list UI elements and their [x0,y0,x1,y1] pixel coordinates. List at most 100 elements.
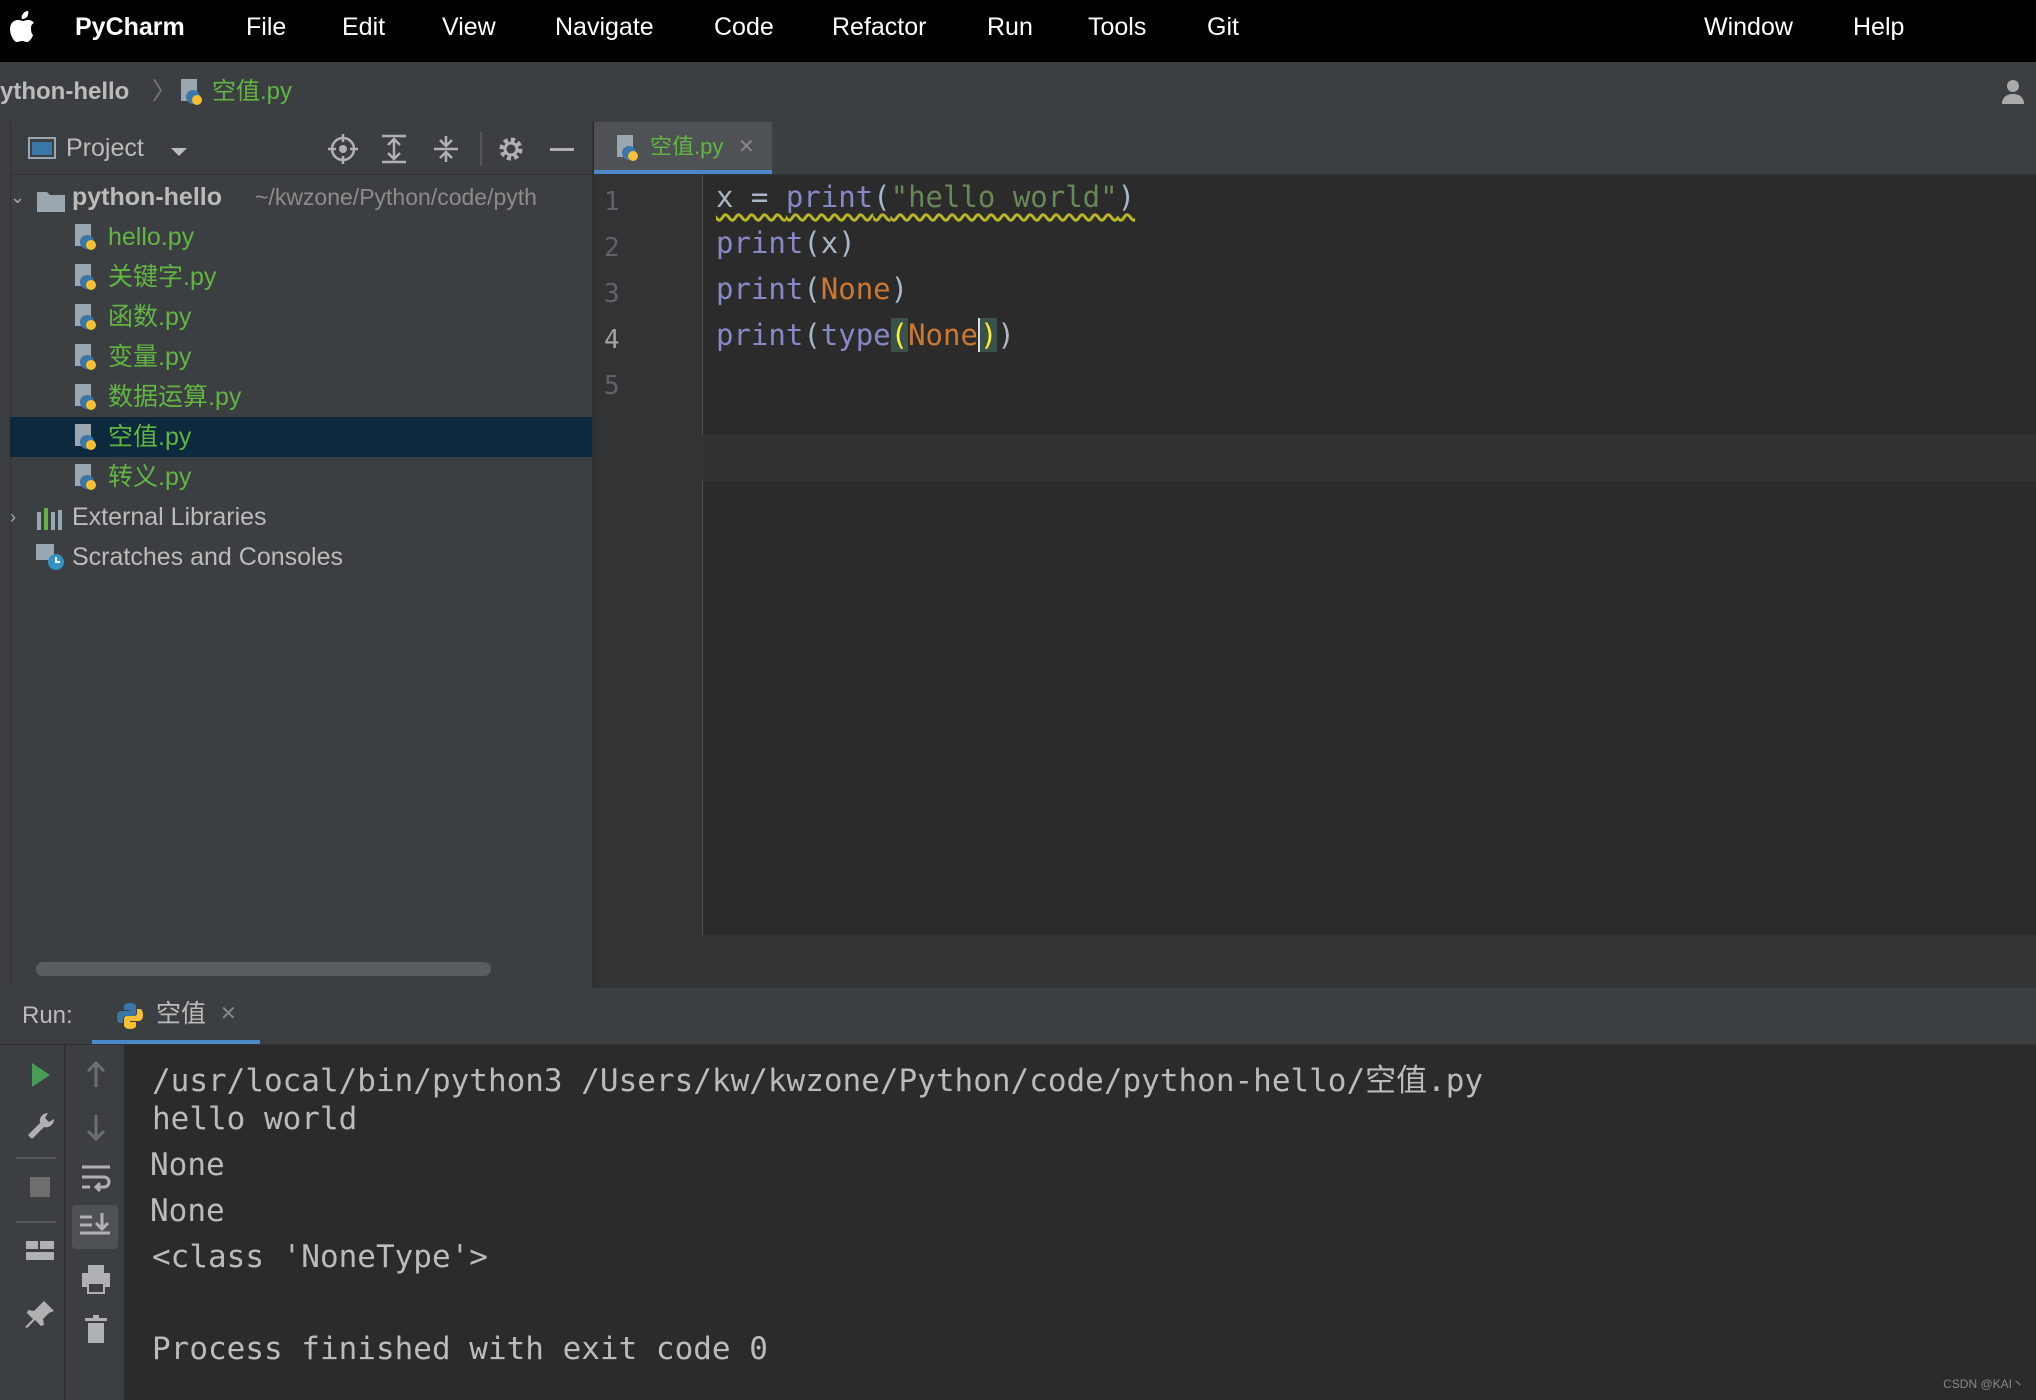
chevron-down-icon[interactable] [170,144,188,162]
breadcrumb-file[interactable]: 空值.py [212,62,292,122]
hide-panel-icon[interactable] [550,148,574,151]
tree-file-label: 数据运算.py [108,383,242,411]
tree-file-keywords[interactable]: 关键字.py [10,257,592,297]
stop-icon[interactable] [20,1167,60,1207]
code-token: ) [997,318,1015,352]
code-token: x = [716,180,786,214]
expand-arrow-icon[interactable]: › [10,497,16,537]
code-token: (x) [803,226,856,260]
run-panel: Run: 空值 ✕ /usr/local/bin/python3 /Users/… [0,988,2036,1400]
tree-external-libraries[interactable]: › External Libraries [10,497,592,537]
wrench-icon[interactable] [20,1107,60,1147]
code-token: print [716,226,804,260]
code-token: ) [1117,180,1136,214]
menu-git[interactable]: Git [1207,0,1239,62]
run-tab[interactable]: 空值 ✕ [92,988,260,1044]
expand-all-icon[interactable] [380,134,408,169]
python-icon [116,1002,144,1035]
python-file-icon [616,134,640,162]
menu-tools[interactable]: Tools [1088,0,1146,62]
code-string: "hello world" [890,180,1118,214]
console-line: <class 'NoneType'> [152,1239,488,1275]
line-number-gutter: 1 2 3 4 5 [594,175,703,935]
layout-icon[interactable] [20,1231,60,1271]
code-token: ( [873,180,891,214]
console-output[interactable]: /usr/local/bin/python3 /Users/kw/kwzone/… [124,1045,2036,1400]
tree-file-label: 关键字.py [108,263,217,291]
collapse-all-icon[interactable] [432,134,460,169]
menu-file[interactable]: File [246,0,286,62]
menu-navigate[interactable]: Navigate [555,0,654,62]
code-token: print [785,180,874,214]
run-toolbar [10,1045,124,1400]
tree-root-python-hello[interactable]: ⌄ python-hello ~/kwzone/Python/code/pyth [10,177,592,217]
menu-edit[interactable]: Edit [342,0,385,62]
editor-tab[interactable]: 空值.py ✕ [594,122,772,174]
code-token: ( [803,318,821,352]
menu-help[interactable]: Help [1853,0,1904,62]
code-line-1[interactable]: x = print("hello world") [716,180,1135,214]
editor-area: 空值.py ✕ 1 2 3 4 5 x = print("hello world… [594,122,2036,988]
toolbar-divider [480,132,482,166]
tree-scratches[interactable]: Scratches and Consoles [10,537,592,577]
pin-icon[interactable] [20,1295,60,1335]
trash-icon[interactable] [76,1309,116,1349]
print-icon[interactable] [76,1259,116,1299]
scroll-to-end-icon[interactable] [72,1205,118,1249]
editor-tab-label: 空值.py [650,134,724,159]
breadcrumb-project[interactable]: ython-hello [0,62,129,122]
tree-file-hello[interactable]: hello.py [10,217,592,257]
tree-file-functions[interactable]: 函数.py [10,297,592,337]
code-token: ( [803,272,821,306]
soft-wrap-icon[interactable] [76,1157,116,1197]
apple-icon[interactable] [8,0,36,62]
code-line-3[interactable]: print(None) [716,272,908,306]
rerun-icon[interactable] [20,1055,60,1095]
external-libraries-label: External Libraries [72,503,267,531]
navigation-bar: ython-hello 〉 空值.py [0,62,2036,123]
console-line: None [150,1193,225,1229]
line-number: 3 [604,279,620,309]
app-name[interactable]: PyCharm [75,0,185,62]
python-file-icon [74,303,98,331]
arrow-down-icon[interactable] [76,1107,116,1147]
python-file-icon [74,343,98,371]
root-folder-path: ~/kwzone/Python/code/pyth [255,184,537,210]
close-icon[interactable]: ✕ [738,122,755,172]
current-line-highlight [702,435,2036,481]
menu-window[interactable]: Window [1704,0,1793,62]
run-label: Run: [22,1002,73,1029]
run-panel-header: Run: 空值 ✕ [0,988,2036,1045]
toolbar-divider [64,1045,66,1400]
project-view-selector[interactable]: Project [66,122,144,174]
code-token: None [908,318,978,352]
tree-file-label: 函数.py [108,303,192,331]
tree-file-label: 转义.py [108,463,192,491]
expand-arrow-icon[interactable]: ⌄ [10,177,25,217]
menu-refactor[interactable]: Refactor [832,0,926,62]
menu-run[interactable]: Run [987,0,1033,62]
code-line-2[interactable]: print(x) [716,226,856,260]
project-panel: Project ⌄ python-hello ~/kwzone/Python/c… [0,122,593,988]
tree-file-null-value[interactable]: 空值.py [10,417,592,457]
arrow-up-icon[interactable] [76,1055,116,1095]
gear-icon[interactable] [496,134,526,169]
line-number: 2 [604,233,620,263]
python-file-icon [180,78,204,106]
python-file-icon [74,263,98,291]
tree-file-escape[interactable]: 转义.py [10,457,592,497]
horizontal-scrollbar[interactable] [36,962,491,976]
locate-file-icon[interactable] [328,134,358,169]
menu-code[interactable]: Code [714,0,774,62]
tree-file-data-ops[interactable]: 数据运算.py [10,377,592,417]
code-token: None [820,272,891,306]
menu-view[interactable]: View [442,0,496,62]
close-icon[interactable]: ✕ [220,988,237,1040]
code-line-4[interactable]: print(type(None)) [716,318,1015,352]
user-icon[interactable] [2000,78,2030,111]
console-line: Process finished with exit code 0 [152,1331,768,1367]
tree-file-variables[interactable]: 变量.py [10,337,592,377]
console-line: hello world [152,1101,358,1137]
menu-bar: PyCharm File Edit View Navigate Code Ref… [0,0,2036,62]
editor-tab-bar: 空值.py ✕ [594,122,2036,175]
